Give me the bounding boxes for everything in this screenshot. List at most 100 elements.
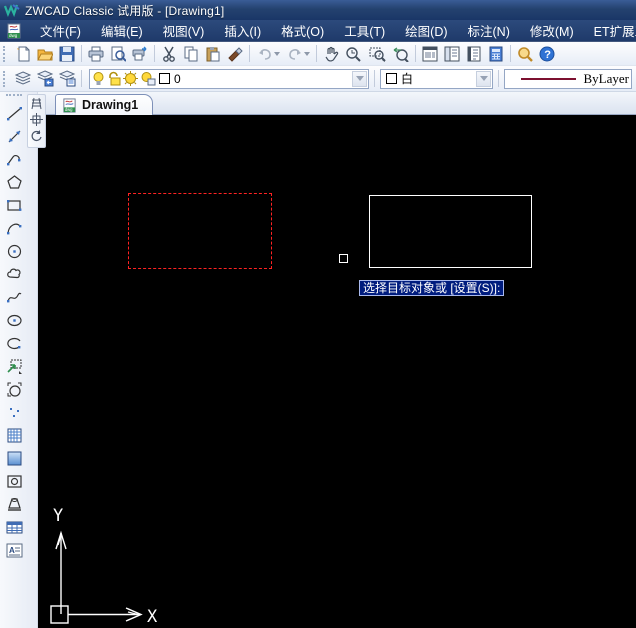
drawing-canvas[interactable]: 选择目标对象或 [设置(S)]: Y X [38, 115, 636, 628]
paste-button[interactable] [202, 43, 224, 64]
mini-tool-button-1[interactable] [29, 97, 44, 113]
main-area: A dwg Drawing1 选择目标对象或 [设置(S)]: Y X [0, 92, 636, 628]
hatch-button[interactable] [3, 424, 26, 447]
plot-button[interactable] [129, 43, 151, 64]
layer-select[interactable]: 0 [89, 68, 369, 89]
construction-line-button[interactable] [3, 125, 26, 148]
mtext-icon: A [6, 543, 22, 558]
layer-vp-freeze-icon [141, 72, 156, 86]
open-button[interactable] [34, 43, 56, 64]
layer-properties-button[interactable] [12, 68, 34, 89]
layer-on-bulb-icon [93, 72, 104, 85]
menu-dimension[interactable]: 标注(N) [458, 20, 520, 41]
menu-bar: dwg 文件(F) 编辑(E) 视图(V) 插入(I) 格式(O) 工具(T) … [0, 20, 636, 42]
toolbar-grip[interactable] [3, 70, 8, 87]
layer-properties-icon [14, 71, 31, 85]
left-dock: A [0, 92, 46, 628]
new-button[interactable] [12, 43, 34, 64]
selected-rectangle[interactable] [128, 193, 272, 269]
calculator-icon [489, 46, 503, 61]
undo-button[interactable] [253, 43, 283, 64]
find-button[interactable] [514, 43, 536, 64]
menu-tools[interactable]: 工具(T) [334, 20, 395, 41]
line-button[interactable] [3, 102, 26, 125]
menu-file[interactable]: 文件(F) [30, 20, 91, 41]
wipeout-button[interactable] [3, 493, 26, 516]
dwg-file-icon: dwg [7, 23, 21, 38]
separator [510, 45, 511, 62]
point-button[interactable] [3, 401, 26, 424]
help-icon: ? [539, 46, 555, 61]
make-block-button[interactable] [3, 378, 26, 401]
save-button[interactable] [56, 43, 78, 64]
redo-dropdown-arrow[interactable] [303, 51, 310, 56]
region-button[interactable] [3, 470, 26, 493]
menu-insert[interactable]: 插入(I) [214, 20, 271, 41]
layer-states-button[interactable] [56, 68, 78, 89]
zoom-window-button[interactable] [364, 43, 390, 64]
ellipse-arc-button[interactable] [3, 332, 26, 355]
design-center-button[interactable] [441, 43, 463, 64]
mini-tool-button-3[interactable] [29, 129, 44, 145]
polygon-button[interactable] [3, 171, 26, 194]
mini-tool-button-2[interactable] [29, 113, 44, 129]
target-rectangle[interactable] [369, 195, 532, 268]
linetype-select[interactable]: ByLayer [504, 68, 632, 89]
toolbar-grip[interactable] [3, 45, 8, 62]
print-button[interactable] [85, 43, 107, 64]
copy-button[interactable] [180, 43, 202, 64]
menu-view[interactable]: 视图(V) [153, 20, 215, 41]
tab-drawing1[interactable]: dwg Drawing1 [55, 94, 154, 115]
spline-icon [6, 292, 21, 303]
revision-cloud-button[interactable] [3, 263, 26, 286]
menu-modify[interactable]: 修改(M) [520, 20, 584, 41]
current-linetype-name: ByLayer [583, 70, 629, 86]
open-icon [37, 49, 53, 60]
tool-palettes-button[interactable] [463, 43, 485, 64]
polyline-button[interactable] [3, 148, 26, 171]
copy-icon [184, 46, 198, 61]
pan-button[interactable] [320, 43, 342, 64]
redo-button[interactable] [283, 43, 313, 64]
toolbar-grip[interactable] [6, 94, 22, 98]
separator [415, 45, 416, 62]
layer-dropdown-arrow[interactable] [352, 70, 367, 87]
menu-edit[interactable]: 编辑(E) [91, 20, 153, 41]
spline-button[interactable] [3, 286, 26, 309]
properties-palette-button[interactable] [419, 43, 441, 64]
ucs-x-label: X [147, 607, 158, 626]
table-button[interactable] [3, 516, 26, 539]
ellipse-button[interactable] [3, 309, 26, 332]
help-button[interactable]: ? [536, 43, 558, 64]
save-icon [59, 46, 75, 61]
menu-draw[interactable]: 绘图(D) [395, 20, 457, 41]
standard-toolbar: ? [0, 42, 636, 66]
arc-button[interactable] [3, 217, 26, 240]
cut-button[interactable] [158, 43, 180, 64]
calculator-button[interactable] [485, 43, 507, 64]
match-properties-button[interactable] [224, 43, 246, 64]
layer-previous-button[interactable] [34, 68, 56, 89]
print-preview-button[interactable] [107, 43, 129, 64]
separator [374, 70, 375, 87]
svg-text:?: ? [544, 49, 551, 61]
zoom-previous-button[interactable] [390, 43, 412, 64]
separator [249, 45, 250, 62]
undo-dropdown-arrow[interactable] [273, 51, 280, 56]
color-select[interactable]: 白 [380, 68, 493, 89]
mtext-button[interactable]: A [3, 539, 26, 562]
insert-block-button[interactable] [3, 355, 26, 378]
rectangle-button[interactable] [3, 194, 26, 217]
circle-button[interactable] [3, 240, 26, 263]
region-icon [6, 475, 22, 488]
menu-format[interactable]: 格式(O) [271, 20, 334, 41]
zoom-realtime-button[interactable] [342, 43, 364, 64]
hatch-marks-icon [31, 97, 42, 110]
document-area: dwg Drawing1 选择目标对象或 [设置(S)]: Y X [38, 92, 636, 628]
linetype-sample [521, 77, 576, 80]
gradient-button[interactable] [3, 447, 26, 470]
pickbox-cursor[interactable] [339, 254, 348, 263]
make-block-icon [7, 382, 21, 397]
color-dropdown-arrow[interactable] [476, 70, 491, 87]
menu-et-tools[interactable]: ET扩展工具(X) [584, 20, 636, 41]
